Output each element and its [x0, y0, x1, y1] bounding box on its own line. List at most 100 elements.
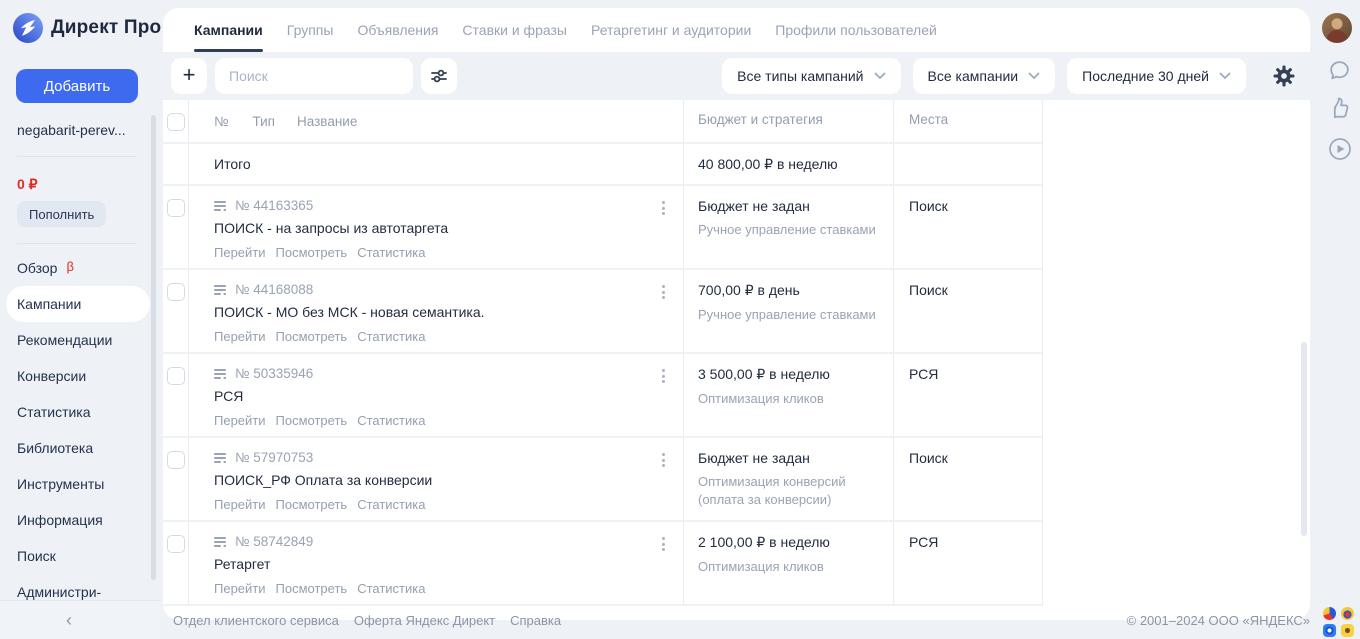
campaign-strategy: Оптимизация конверсий (оплата за конверс… — [698, 474, 846, 507]
select-all-checkbox[interactable] — [166, 113, 185, 131]
tray-icon-3[interactable] — [1323, 624, 1336, 637]
user-avatar[interactable] — [1322, 13, 1352, 43]
row-menu-button[interactable] — [660, 535, 667, 553]
campaign-types-dropdown[interactable]: Все типы кампаний — [722, 58, 901, 94]
sidebar-scrollbar[interactable] — [151, 115, 156, 580]
tab-campaigns[interactable]: Кампании — [194, 8, 263, 52]
campaign-number: № 50335946 — [235, 366, 314, 381]
go-to-link[interactable]: Перейти — [214, 581, 266, 596]
campaign-strategy: Ручное управление ставками — [698, 222, 876, 237]
column-header-places: Места — [893, 100, 1042, 142]
tab-user-profiles[interactable]: Профили пользователей — [775, 8, 937, 52]
view-link[interactable]: Посмотреть — [276, 581, 348, 596]
divider — [17, 243, 137, 244]
totals-label: Итого — [214, 156, 251, 172]
sidebar-item-information[interactable]: Информация — [0, 502, 160, 538]
row-menu-button[interactable] — [660, 199, 667, 217]
copyright-text: © 2001–2024 ООО «ЯНДЕКС» — [1126, 613, 1310, 628]
period-dropdown[interactable]: Последние 30 дней — [1067, 58, 1246, 94]
campaign-type-icon — [214, 368, 228, 380]
search-input[interactable] — [215, 58, 413, 94]
offer-link[interactable]: Оферта Яндекс Директ — [354, 613, 495, 628]
go-to-link[interactable]: Перейти — [214, 497, 266, 512]
table-row: № 58742849 Ретаргет Перейти Посмотреть С… — [163, 522, 1042, 606]
tray-icon-4[interactable] — [1341, 624, 1354, 637]
settings-button[interactable] — [1270, 58, 1298, 94]
campaign-name[interactable]: РСЯ — [214, 388, 683, 404]
statistics-link[interactable]: Статистика — [357, 329, 425, 344]
row-checkbox[interactable] — [166, 283, 185, 301]
tab-bids-phrases[interactable]: Ставки и фразы — [462, 8, 567, 52]
client-service-link[interactable]: Отдел клиентского сервиса — [173, 613, 339, 628]
view-link[interactable]: Посмотреть — [276, 245, 348, 260]
go-to-link[interactable]: Перейти — [214, 413, 266, 428]
campaign-places: Поиск — [893, 438, 1042, 520]
campaign-type-icon — [214, 536, 228, 548]
tab-bar: Кампании Группы Объявления Ставки и фраз… — [163, 8, 1310, 52]
tab-ads[interactable]: Объявления — [357, 8, 438, 52]
statistics-link[interactable]: Статистика — [357, 581, 425, 596]
statistics-link[interactable]: Статистика — [357, 245, 425, 260]
filters-button[interactable] — [421, 58, 457, 94]
sidebar: Директ Про Добавить negabarit-perev... 0… — [0, 0, 161, 639]
table-row: № 44168088 ПОИСК - МО без МСК - новая се… — [163, 270, 1042, 354]
thumbs-up-icon[interactable] — [1327, 96, 1352, 122]
tab-groups[interactable]: Группы — [287, 8, 334, 52]
view-link[interactable]: Посмотреть — [276, 497, 348, 512]
sidebar-item-conversions[interactable]: Конверсии — [0, 358, 160, 394]
sidebar-item-statistics[interactable]: Статистика — [0, 394, 160, 430]
campaign-name[interactable]: ПОИСК - на запросы из автотаргета — [214, 220, 683, 236]
content-scrollbar[interactable] — [1301, 342, 1307, 536]
view-link[interactable]: Посмотреть — [276, 329, 348, 344]
row-checkbox[interactable] — [166, 199, 185, 217]
campaign-number: № 44163365 — [235, 198, 314, 213]
sidebar-item-library[interactable]: Библиотека — [0, 430, 160, 466]
chat-bubble-icon[interactable] — [1327, 58, 1352, 83]
campaign-places: РСЯ — [893, 354, 1042, 436]
column-header-type: Тип — [252, 113, 275, 129]
row-menu-button[interactable] — [660, 451, 667, 469]
campaigns-table-area: № Тип Название Бюджет и стратегия Места … — [163, 100, 1310, 620]
campaigns-dropdown[interactable]: Все кампании — [912, 58, 1056, 94]
sliders-icon — [430, 67, 448, 85]
tab-retargeting[interactable]: Ретаргетинг и аудитории — [591, 8, 751, 52]
add-button[interactable]: Добавить — [16, 69, 138, 103]
go-to-link[interactable]: Перейти — [214, 329, 266, 344]
play-circle-icon[interactable] — [1327, 136, 1353, 162]
statistics-link[interactable]: Статистика — [357, 497, 425, 512]
campaign-name[interactable]: ПОИСК - МО без МСК - новая семантика. — [214, 304, 683, 320]
collapse-sidebar-button[interactable]: ‹ — [66, 611, 72, 629]
topup-button[interactable]: Пополнить — [17, 201, 107, 227]
main-panel: Кампании Группы Объявления Ставки и фраз… — [163, 8, 1310, 620]
sidebar-item-overview[interactable]: Обзор β — [0, 250, 160, 286]
sidebar-bottom-bar: ‹ — [0, 600, 160, 639]
tray-icon-1[interactable] — [1323, 607, 1336, 620]
campaign-type-icon — [214, 284, 228, 296]
campaign-name[interactable]: Ретаргет — [214, 556, 683, 572]
plus-icon: + — [182, 62, 196, 87]
statistics-link[interactable]: Статистика — [357, 413, 425, 428]
sidebar-item-tools[interactable]: Инструменты — [0, 466, 160, 502]
sidebar-item-search[interactable]: Поиск — [0, 538, 160, 574]
gear-icon — [1273, 65, 1295, 87]
campaign-name[interactable]: ПОИСК_РФ Оплата за конверсии — [214, 472, 683, 488]
table-row: № 50335946 РСЯ Перейти Посмотреть Статис… — [163, 354, 1042, 438]
app-logo[interactable]: Директ Про — [13, 13, 161, 43]
create-campaign-button[interactable]: + — [171, 58, 207, 94]
view-link[interactable]: Посмотреть — [276, 413, 348, 428]
row-checkbox[interactable] — [166, 451, 185, 469]
campaign-strategy: Оптимизация кликов — [698, 559, 824, 574]
go-to-link[interactable]: Перейти — [214, 245, 266, 260]
campaign-budget: 2 100,00 ₽ в неделю — [698, 534, 830, 550]
row-menu-button[interactable] — [660, 283, 667, 301]
sidebar-item-recommendations[interactable]: Рекомендации — [0, 322, 160, 358]
row-checkbox[interactable] — [166, 367, 185, 385]
beta-badge: β — [66, 258, 74, 274]
divider — [17, 156, 137, 157]
campaign-places: Поиск — [893, 270, 1042, 352]
sidebar-item-campaigns[interactable]: Кампании — [0, 286, 160, 322]
row-checkbox[interactable] — [166, 535, 185, 553]
tray-icon-2[interactable] — [1341, 607, 1354, 620]
row-menu-button[interactable] — [660, 367, 667, 385]
help-link[interactable]: Справка — [510, 613, 561, 628]
